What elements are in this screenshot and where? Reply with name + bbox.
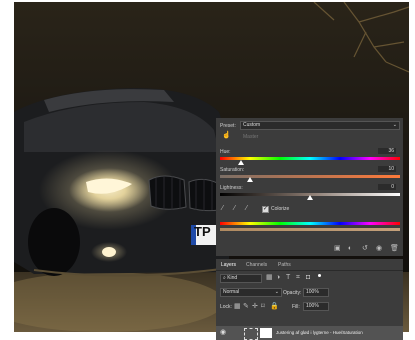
delete-trash-icon[interactable]: 🗑 [390,245,399,252]
lightness-slider-thumb[interactable] [307,195,313,200]
filter-type-icon[interactable]: T [286,274,290,281]
preset-value: Custom [243,122,261,128]
colorize-checkbox[interactable]: ✓ [262,206,269,213]
hue-value-field[interactable]: 36 [378,148,396,154]
filter-smart-object-icon[interactable]: ◘ [306,274,310,281]
blend-mode-select[interactable]: Normal ⌄ [220,288,282,297]
filter-pixel-icon[interactable]: ▦ [266,274,273,281]
opacity-field[interactable]: 100% [303,288,329,297]
license-plate-text: TP [194,224,211,239]
hue-label: Hue: [220,149,231,155]
lock-position-icon[interactable]: ✛ [252,303,258,310]
reset-icon[interactable]: ↺ [362,245,368,252]
adjustment-thumbnail [244,328,258,340]
channel-select[interactable]: Master [240,133,400,142]
lock-transparent-pixels-icon[interactable]: ▦ [234,303,241,310]
layers-panel: Layers Channels Paths ⌕ Kind ▦ ◑ T ⌗ ◘ N… [216,259,403,340]
lock-image-pixels-icon[interactable]: ✎ [243,303,249,310]
layer-name[interactable]: Justering af glød i lygterne - Hue/Satur… [276,330,363,335]
fill-label: Fill: [292,304,300,310]
preset-select[interactable]: Custom ⌄ [240,121,400,130]
tab-layers[interactable]: Layers [221,262,236,268]
colorize-label: Colorize [271,206,290,212]
eyedropper-plus-icon[interactable]: ⁄ [234,205,235,212]
view-previous-state-icon[interactable]: ◐ [348,245,352,252]
saturation-slider-thumb[interactable] [247,177,253,182]
eyedropper-minus-icon[interactable]: ⁄ [246,205,247,212]
eyedropper-icon[interactable]: ⁄ [222,205,223,212]
lock-all-icon[interactable]: 🔒 [270,303,279,310]
hue-saturation-properties-panel: Preset: Custom ⌄ ☝ Master Hue: 36 Satura… [216,118,403,256]
targeted-adjustment-hand-icon[interactable]: ☝ [222,132,231,139]
clip-to-layer-icon[interactable]: ▣ [334,245,341,252]
filter-kind-select[interactable]: ⌕ Kind [220,274,262,283]
lock-label: Lock: [220,304,232,310]
opacity-label: Opacity: [283,290,302,296]
tab-paths[interactable]: Paths [278,262,291,268]
filter-toggle[interactable] [318,274,321,277]
blend-mode-value: Normal [223,289,240,295]
channel-value: Master [243,134,259,140]
tab-channels[interactable]: Channels [246,262,267,268]
saturation-label: Saturation: [220,167,245,173]
opacity-value: 100% [306,289,319,295]
kind-label: Kind [227,275,238,281]
chevron-down-icon: ⌄ [274,289,279,295]
fill-value: 100% [306,303,319,309]
chevron-down-icon: ⌄ [392,122,397,128]
panel-divider [216,270,403,271]
layer-row-hue-saturation[interactable]: ◉ Justering af glød i lygterne - Hue/Sat… [216,326,403,340]
visibility-eye-icon[interactable]: ◉ [376,245,382,252]
search-icon: ⌕ [223,275,226,281]
filter-shape-icon[interactable]: ⌗ [296,274,300,281]
lightness-label: Lightness: [220,185,243,191]
lightness-value-field[interactable]: 0 [378,184,396,190]
input-color-spectrum-bar [220,222,400,225]
output-color-spectrum-bar [220,228,400,231]
layer-visibility-eye-icon[interactable]: ◉ [220,329,226,336]
lock-artboard-icon[interactable]: ⌑ [261,303,265,310]
hue-slider-track[interactable] [220,157,400,160]
checkmark-icon: ✓ [263,206,269,212]
filter-adjustment-icon[interactable]: ◑ [276,274,280,281]
fill-field[interactable]: 100% [303,302,329,311]
hue-slider-thumb[interactable] [238,160,244,165]
preset-label: Preset: [220,123,236,129]
saturation-value-field[interactable]: 10 [378,166,396,172]
